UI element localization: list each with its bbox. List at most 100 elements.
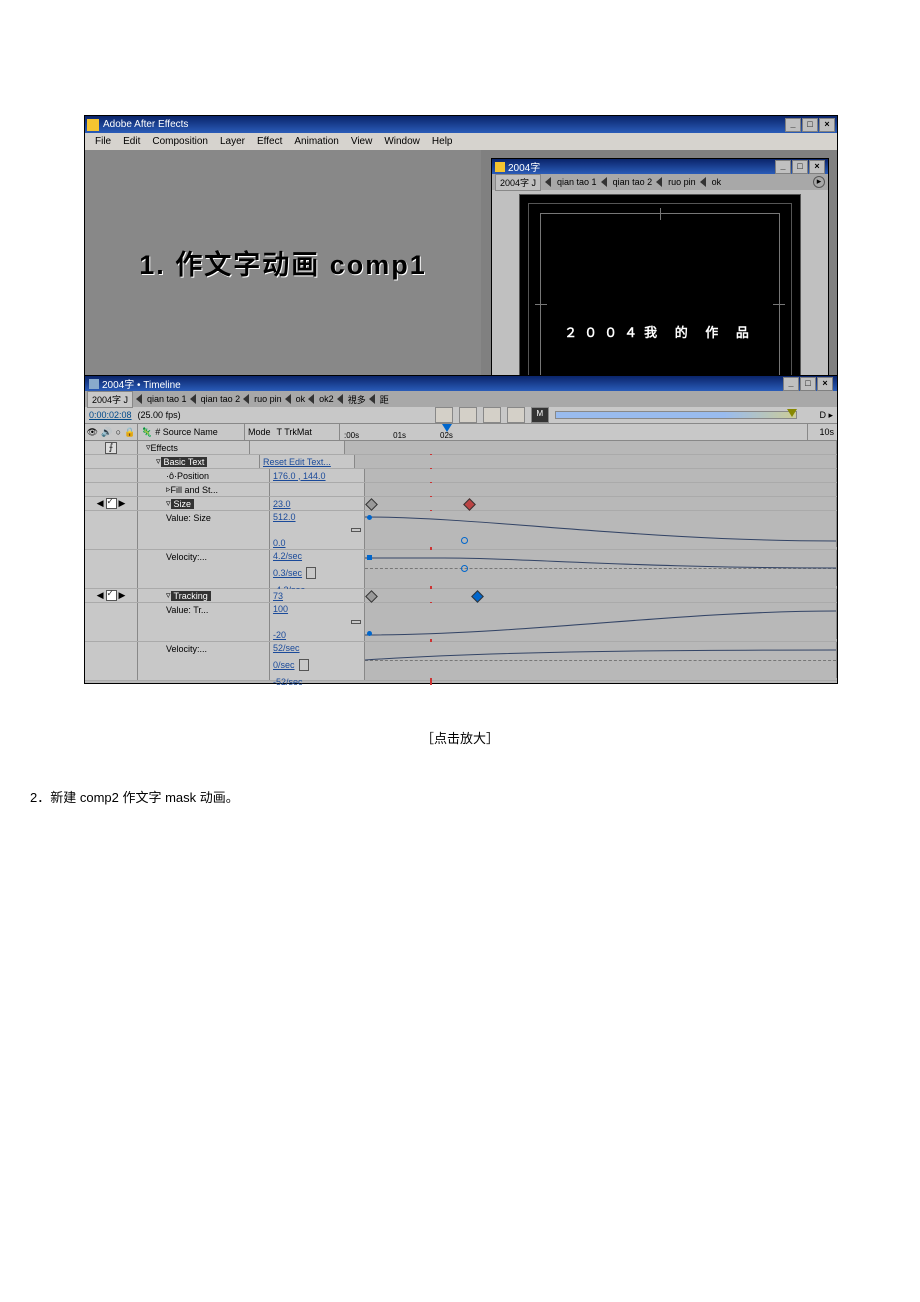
menu-window[interactable]: Window bbox=[378, 136, 426, 147]
keyframe-icon[interactable] bbox=[471, 590, 484, 603]
menu-layer[interactable]: Layer bbox=[214, 136, 251, 147]
keyframe-icon[interactable] bbox=[463, 498, 476, 511]
keyframe-nav[interactable]: ◀▶ bbox=[97, 498, 126, 509]
fill-label: Fill and St... bbox=[171, 485, 219, 495]
screenshot: Adobe After Effects _ □ × File Edit Comp… bbox=[84, 115, 838, 684]
stopwatch-icon[interactable] bbox=[106, 498, 117, 509]
timeline-header: 👁 🔊 ○ 🔒 🦎 # Source Name Mode T TrkMat bbox=[85, 424, 837, 441]
solo-icon: ○ bbox=[116, 427, 121, 437]
tab-divider-icon bbox=[545, 177, 551, 187]
av-column-header: 👁 🔊 ○ 🔒 bbox=[85, 424, 138, 440]
menu-file[interactable]: File bbox=[89, 136, 117, 147]
menu-bar: File Edit Composition Layer Effect Anima… bbox=[85, 133, 837, 150]
minimize-button[interactable]: _ bbox=[785, 118, 801, 132]
track-vel-mid[interactable]: 0/sec bbox=[273, 660, 295, 670]
tl-tab-7[interactable]: 視多 bbox=[348, 393, 366, 406]
menu-composition[interactable]: Composition bbox=[146, 136, 214, 147]
opt-btn-5[interactable]: M bbox=[531, 407, 549, 423]
ibeam-icon[interactable] bbox=[351, 528, 361, 532]
tl-tab-3[interactable]: qian tao 2 bbox=[201, 394, 241, 404]
viewer-min-button[interactable]: _ bbox=[775, 160, 791, 174]
tl-min-button[interactable]: _ bbox=[783, 377, 799, 391]
track-vel-max[interactable]: 52/sec bbox=[273, 643, 300, 653]
timeline-window: 2004字 • Timeline _ □ × 2004字 J qian tao … bbox=[85, 375, 837, 683]
mode-header-label[interactable]: Mode bbox=[248, 427, 271, 437]
viewer-tabs: 2004字 J qian tao 1 qian tao 2 ruo pin ok… bbox=[492, 174, 828, 190]
shy-icon: 🦎 bbox=[141, 427, 152, 438]
position-value[interactable]: 176.0 , 144.0 bbox=[273, 471, 326, 481]
menu-help[interactable]: Help bbox=[426, 136, 459, 147]
current-time[interactable]: 0:00:02:08 bbox=[89, 410, 132, 420]
ibeam-icon[interactable] bbox=[351, 620, 361, 624]
viewer-tab-5[interactable]: ok bbox=[712, 177, 722, 187]
row-fill-stroke[interactable]: ▹ Fill and St... bbox=[85, 483, 837, 497]
ibeam-icon[interactable] bbox=[299, 659, 309, 671]
opt-btn-3[interactable] bbox=[483, 407, 501, 423]
size-value-max[interactable]: 512.0 bbox=[273, 512, 296, 522]
tracking-velocity-graph[interactable] bbox=[365, 642, 837, 678]
tl-tab-5[interactable]: ok bbox=[296, 394, 306, 404]
size-value-graph[interactable] bbox=[365, 511, 837, 547]
timeline-tabs: 2004字 J qian tao 1 qian tao 2 ruo pin ok… bbox=[85, 391, 837, 407]
viewer-max-button[interactable]: □ bbox=[792, 160, 808, 174]
row-position[interactable]: ·ô· Position 176.0 , 144.0 bbox=[85, 469, 837, 483]
tl-close-button[interactable]: × bbox=[817, 377, 833, 391]
fx-toggle[interactable]: ⨍ bbox=[105, 442, 117, 454]
menu-view[interactable]: View bbox=[345, 136, 379, 147]
menu-animation[interactable]: Animation bbox=[288, 136, 344, 147]
opt-btn-2[interactable] bbox=[459, 407, 477, 423]
stopwatch-icon[interactable] bbox=[106, 590, 117, 601]
track-value-min[interactable]: -20 bbox=[273, 630, 286, 640]
track-vel-min[interactable]: -52/sec bbox=[273, 677, 303, 685]
keyframe-icon[interactable] bbox=[365, 590, 378, 603]
size-vel-max[interactable]: 4.2/sec bbox=[273, 551, 302, 561]
tl-tab-2[interactable]: qian tao 1 bbox=[147, 394, 187, 404]
viewer-text: ２００４我 的 作 品 bbox=[520, 322, 800, 341]
app-title: Adobe After Effects bbox=[103, 119, 784, 130]
source-name-header[interactable]: 🦎 # Source Name bbox=[138, 424, 245, 440]
size-value-min[interactable]: 0.0 bbox=[273, 538, 286, 548]
ibeam-icon[interactable] bbox=[306, 567, 316, 579]
track-value-max[interactable]: 100 bbox=[273, 604, 288, 614]
size-value[interactable]: 23.0 bbox=[273, 499, 291, 509]
close-button[interactable]: × bbox=[819, 118, 835, 132]
viewer-tab-3[interactable]: qian tao 2 bbox=[613, 177, 653, 187]
tl-tab-4[interactable]: ruo pin bbox=[254, 394, 282, 404]
app-titlebar: Adobe After Effects _ □ × bbox=[85, 116, 837, 133]
viewer-close-button[interactable]: × bbox=[809, 160, 825, 174]
size-vel-mid[interactable]: 0.3/sec bbox=[273, 568, 302, 578]
basic-text-value[interactable]: Reset Edit Text... bbox=[263, 457, 331, 467]
viewer-title: 2004字 bbox=[508, 159, 774, 174]
tl-max-button[interactable]: □ bbox=[800, 377, 816, 391]
position-label: Position bbox=[177, 471, 209, 481]
tl-tab-1[interactable]: 2004字 J bbox=[87, 391, 133, 408]
tl-tab-6[interactable]: ok2 bbox=[319, 394, 334, 404]
viewer-tab-2[interactable]: qian tao 1 bbox=[557, 177, 597, 187]
viewer-tab-4[interactable]: ruo pin bbox=[668, 177, 696, 187]
viewer-tab-1[interactable]: 2004字 J bbox=[495, 174, 541, 191]
opt-btn-1[interactable] bbox=[435, 407, 453, 423]
keyframe-icon[interactable] bbox=[365, 498, 378, 511]
opt-btn-4[interactable] bbox=[507, 407, 525, 423]
row-effects: ⨍ ▿ Effects bbox=[85, 441, 837, 455]
menu-effect[interactable]: Effect bbox=[251, 136, 288, 147]
menu-edit[interactable]: Edit bbox=[117, 136, 146, 147]
row-tracking[interactable]: ◀▶ ▿ Tracking 73 bbox=[85, 589, 837, 603]
comp-end-marker-icon[interactable] bbox=[787, 409, 797, 417]
row-size-velocity: Velocity:... 4.2/sec 0.3/sec -4.2/sec bbox=[85, 550, 837, 589]
tracking-value[interactable]: 73 bbox=[273, 591, 283, 601]
maximize-button[interactable]: □ bbox=[802, 118, 818, 132]
timeline-title: 2004字 • Timeline bbox=[102, 376, 782, 391]
viewer-menu-icon[interactable]: ▸ bbox=[813, 176, 825, 188]
time-ruler[interactable]: :00s 01s 02s bbox=[340, 424, 808, 440]
row-basic-text[interactable]: ▿ Basic Text Reset Edit Text... bbox=[85, 455, 837, 469]
size-velocity-graph[interactable] bbox=[365, 550, 837, 586]
keyframe-nav[interactable]: ◀▶ bbox=[97, 590, 126, 601]
tracking-value-graph[interactable] bbox=[365, 603, 837, 639]
row-size[interactable]: ◀▶ ▿ Size 23.0 bbox=[85, 497, 837, 511]
trkmat-header-label[interactable]: T TrkMat bbox=[277, 427, 312, 437]
eye-icon: 👁 bbox=[87, 427, 98, 438]
tl-tab-8[interactable]: 距 bbox=[380, 393, 389, 406]
cti-marker-icon[interactable] bbox=[442, 424, 452, 432]
image-caption[interactable]: ［点击放大］ bbox=[0, 728, 920, 747]
